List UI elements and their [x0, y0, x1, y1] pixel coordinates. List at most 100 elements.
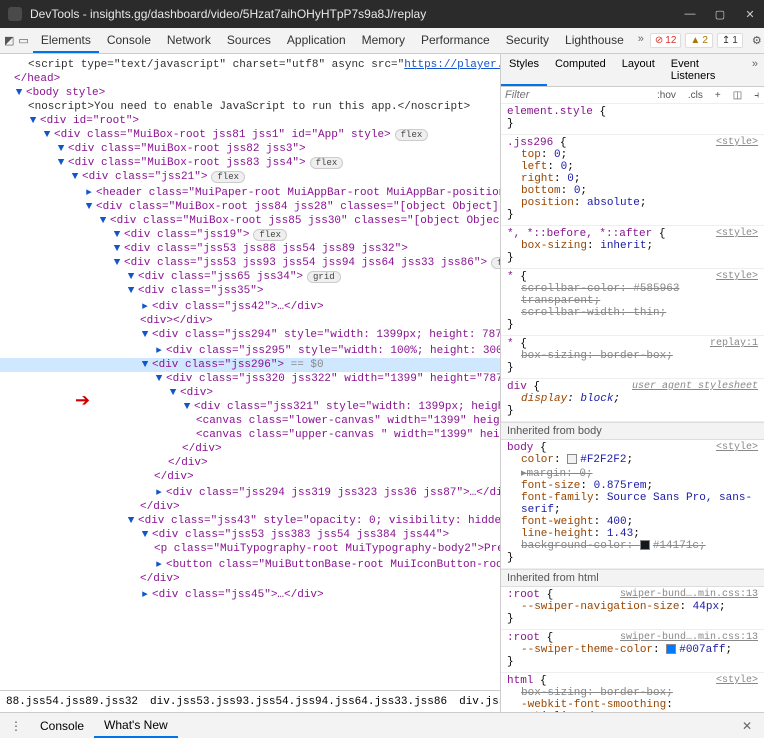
- expand-icon[interactable]: ▼: [98, 215, 108, 227]
- styles-overflow-icon[interactable]: »: [746, 54, 764, 86]
- style-rule[interactable]: replay:1 * { box-sizing: border-box;}: [501, 336, 764, 379]
- style-rule[interactable]: <style> body { color: #F2F2F2; ▸margin: …: [501, 440, 764, 569]
- warning-badge[interactable]: ▲2: [685, 33, 712, 48]
- dom-node[interactable]: <canvas class="lower-canvas" width="1399…: [196, 415, 500, 427]
- dom-node[interactable]: <div id="root">: [40, 115, 139, 127]
- minimize-button[interactable]: —: [684, 8, 696, 20]
- expand-icon[interactable]: ▸: [140, 587, 150, 601]
- expand-icon[interactable]: ▸: [154, 343, 164, 357]
- dom-node[interactable]: <div class="jss295" style="width: 100%; …: [166, 345, 500, 357]
- styles-tab-styles[interactable]: Styles: [501, 54, 547, 86]
- tab-application[interactable]: Application: [279, 29, 354, 53]
- color-swatch-icon[interactable]: [567, 454, 577, 464]
- expand-icon[interactable]: ▼: [140, 529, 150, 541]
- source-link[interactable]: <style>: [716, 271, 758, 282]
- dom-node[interactable]: <div class="jss21">: [82, 171, 207, 183]
- tab-network[interactable]: Network: [159, 29, 219, 53]
- filter-input[interactable]: [505, 89, 648, 101]
- source-link[interactable]: <style>: [716, 442, 758, 453]
- close-button[interactable]: ✕: [744, 8, 756, 20]
- dom-node[interactable]: </div>: [140, 501, 180, 513]
- style-rule[interactable]: swiper-bund….min.css:13 :root { --swiper…: [501, 587, 764, 630]
- dom-node[interactable]: <div>: [180, 387, 213, 399]
- tab-security[interactable]: Security: [498, 29, 557, 53]
- expand-icon[interactable]: ▼: [56, 157, 66, 169]
- dom-node[interactable]: </div>: [168, 457, 208, 469]
- expand-icon[interactable]: ▼: [112, 229, 122, 241]
- dom-node-selected[interactable]: ▼<div class="jss296"> == $0: [0, 358, 500, 372]
- error-badge[interactable]: ⊘12: [650, 33, 682, 48]
- expand-icon[interactable]: ▼: [168, 387, 178, 399]
- dom-node[interactable]: </head>: [14, 73, 60, 85]
- dom-tree[interactable]: ➔ <script type="text/javascript" charset…: [0, 54, 500, 712]
- maximize-button[interactable]: ▢: [714, 8, 726, 20]
- expand-icon[interactable]: ▼: [112, 257, 122, 269]
- inspect-icon[interactable]: ◩: [4, 31, 14, 51]
- dom-node[interactable]: <div></div>: [140, 315, 213, 327]
- color-swatch-icon[interactable]: [640, 540, 650, 550]
- source-link[interactable]: <style>: [716, 137, 758, 148]
- drawer-close-icon[interactable]: ✕: [736, 719, 758, 733]
- styles-tab-layout[interactable]: Layout: [614, 54, 663, 86]
- style-toolbar-icon[interactable]: ◫: [730, 90, 745, 101]
- expand-icon[interactable]: ▼: [140, 329, 150, 341]
- dom-node[interactable]: <div class="MuiBox-root jss81 jss1" id="…: [54, 129, 391, 141]
- layout-badge-flex[interactable]: flex: [310, 157, 344, 169]
- expand-icon[interactable]: ▼: [126, 271, 136, 283]
- dom-node[interactable]: <div class="jss294 jss319 jss323 jss36 j…: [166, 487, 500, 499]
- tab-memory[interactable]: Memory: [354, 29, 413, 53]
- style-rule[interactable]: <style> * { scrollbar-color: #585963 tra…: [501, 269, 764, 336]
- expand-icon[interactable]: ▼: [140, 359, 150, 371]
- dom-node[interactable]: <div class="jss35">: [138, 285, 263, 297]
- tab-lighthouse[interactable]: Lighthouse: [557, 29, 632, 53]
- expand-icon[interactable]: ▼: [126, 285, 136, 297]
- dom-node[interactable]: <div class="jss53 jss383 jss54 jss384 js…: [152, 529, 449, 541]
- expand-icon[interactable]: ▸: [84, 185, 94, 199]
- dom-node[interactable]: <div class="jss19">: [124, 229, 249, 241]
- source-link[interactable]: <style>: [716, 228, 758, 239]
- style-rule[interactable]: element.style {}: [501, 104, 764, 135]
- styles-tab-listeners[interactable]: Event Listeners: [663, 54, 746, 86]
- expand-icon[interactable]: ▸: [140, 299, 150, 313]
- drawer-menu-icon[interactable]: ⋮: [6, 716, 26, 736]
- dom-node[interactable]: <div class="jss320 jss322" width="1399" …: [166, 373, 500, 385]
- style-rule[interactable]: <style> *, *::before, *::after { box-siz…: [501, 226, 764, 269]
- drawer-tab-whatsnew[interactable]: What's New: [94, 714, 178, 738]
- dom-node[interactable]: <div class="jss65 jss34">: [138, 271, 303, 283]
- dom-node[interactable]: <div class="jss296">: [152, 359, 284, 371]
- layout-badge-flex[interactable]: flex: [491, 257, 500, 269]
- hov-toggle[interactable]: :hov: [654, 90, 679, 101]
- info-badge[interactable]: ↥1: [717, 33, 743, 48]
- drawer-tab-console[interactable]: Console: [30, 715, 94, 737]
- device-icon[interactable]: ▭: [18, 31, 28, 51]
- dom-node[interactable]: </div>: [154, 471, 194, 483]
- dom-node[interactable]: </div>: [140, 573, 180, 585]
- tab-elements[interactable]: Elements: [33, 29, 99, 53]
- tab-performance[interactable]: Performance: [413, 29, 498, 53]
- styles-tab-computed[interactable]: Computed: [547, 54, 614, 86]
- settings-icon[interactable]: ⚙: [747, 31, 764, 51]
- dom-node[interactable]: <script type="text/javascript" charset="…: [28, 59, 404, 71]
- tab-console[interactable]: Console: [99, 29, 159, 53]
- dom-node[interactable]: <div class="jss43" style="opacity: 0; vi…: [138, 515, 500, 527]
- crumb[interactable]: div.jss65.jss34: [453, 693, 500, 711]
- expand-icon[interactable]: ▼: [28, 115, 38, 127]
- dom-node[interactable]: <p class="MuiTypography-root MuiTypograp…: [154, 543, 500, 555]
- source-link[interactable]: <style>: [716, 675, 758, 686]
- dom-node[interactable]: <div class="jss321" style="width: 1399px…: [194, 401, 500, 413]
- layout-badge-flex[interactable]: flex: [253, 229, 287, 241]
- dom-node[interactable]: <div class="jss42">…</div>: [152, 301, 324, 313]
- dom-node[interactable]: <div class="jss53 jss88 jss54 jss89 jss3…: [124, 243, 408, 255]
- layout-badge-flex[interactable]: flex: [395, 129, 429, 141]
- source-link[interactable]: replay:1: [710, 338, 758, 349]
- source-link[interactable]: swiper-bund….min.css:13: [620, 589, 758, 600]
- dom-node[interactable]: <div class="MuiBox-root jss84 jss28" cla…: [96, 201, 500, 213]
- dom-node[interactable]: <div class="jss294" style="width: 1399px…: [152, 329, 500, 341]
- expand-icon[interactable]: ▸: [154, 485, 164, 499]
- color-swatch-icon[interactable]: [666, 644, 676, 654]
- crumb[interactable]: div.jss53.jss93.jss54.jss94.jss64.jss33.…: [144, 693, 453, 711]
- new-rule-button[interactable]: +: [712, 90, 724, 101]
- dom-node[interactable]: <noscript>You need to enable JavaScript …: [28, 101, 470, 113]
- expand-icon[interactable]: ▸: [154, 557, 164, 571]
- tab-sources[interactable]: Sources: [219, 29, 279, 53]
